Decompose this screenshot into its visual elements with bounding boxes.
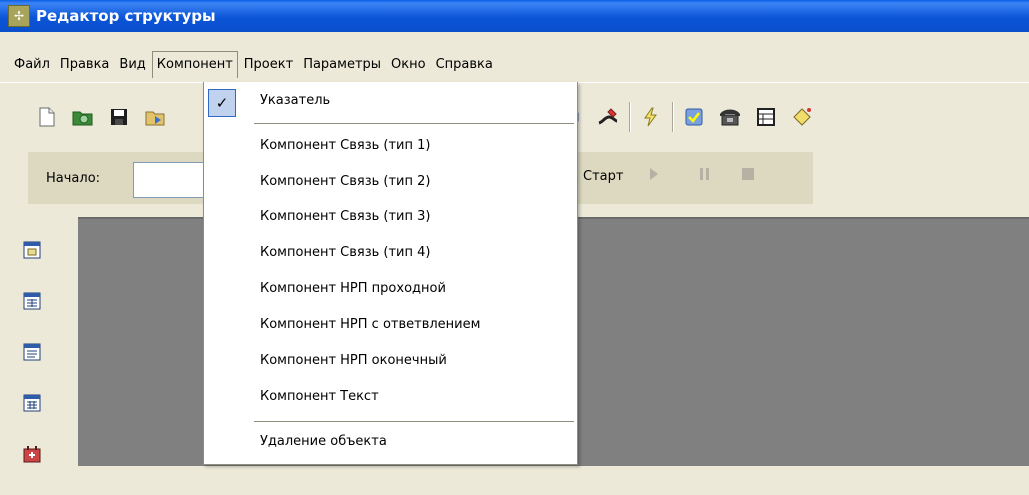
pause-icon[interactable] xyxy=(699,167,711,185)
menu-item-text[interactable]: Компонент Текст xyxy=(260,389,379,404)
app-structure-icon: ✢ xyxy=(8,5,30,27)
toolbar-separator xyxy=(672,102,673,132)
menu-item-pointer[interactable]: Указатель xyxy=(260,93,330,108)
menu-item-nrp-pass[interactable]: Компонент НРП проходной xyxy=(260,281,446,296)
start-button[interactable]: Старт xyxy=(583,169,623,184)
save-icon[interactable] xyxy=(108,106,130,128)
menu-item-delete-object[interactable]: Удаление объекта xyxy=(260,434,387,449)
menu-separator xyxy=(254,421,574,422)
run-controls: Старт xyxy=(583,167,755,185)
menu-item-link-type-2[interactable]: Компонент Связь (тип 2) xyxy=(260,174,430,189)
toolbar-separator xyxy=(629,102,630,132)
save-as-icon[interactable] xyxy=(144,106,166,128)
new-file-icon[interactable] xyxy=(36,106,58,128)
paint-icon[interactable] xyxy=(597,106,619,128)
check-icon: ✓ xyxy=(208,89,236,117)
diamond-icon[interactable] xyxy=(791,106,813,128)
menu-item-link-type-3[interactable]: Компонент Связь (тип 3) xyxy=(260,209,430,224)
list-form-icon[interactable] xyxy=(22,342,42,362)
menu-file[interactable]: Файл xyxy=(10,51,54,78)
menu-item-link-type-4[interactable]: Компонент Связь (тип 4) xyxy=(260,245,430,260)
menu-help[interactable]: Справка xyxy=(432,51,497,78)
menu-item-nrp-terminal[interactable]: Компонент НРП оконечный xyxy=(260,353,447,368)
menu-item-nrp-branch[interactable]: Компонент НРП с ответвлением xyxy=(260,317,480,332)
window-title: Редактор структуры xyxy=(36,7,216,25)
table-form-icon[interactable] xyxy=(22,291,42,311)
title-bar: ✢ Редактор структуры xyxy=(0,0,1029,32)
table-icon[interactable] xyxy=(755,106,777,128)
menu-project[interactable]: Проект xyxy=(240,51,297,78)
menu-edit[interactable]: Правка xyxy=(56,51,113,78)
menu-parameters[interactable]: Параметры xyxy=(299,51,385,78)
add-component-icon[interactable] xyxy=(22,444,42,464)
form-icon[interactable] xyxy=(22,240,42,260)
menu-view[interactable]: Вид xyxy=(115,51,149,78)
lightning-icon[interactable] xyxy=(640,106,662,128)
menu-component[interactable]: Компонент xyxy=(151,50,238,78)
grid-form-icon[interactable] xyxy=(22,393,42,413)
component-menu: ✓ Указатель Компонент Связь (тип 1) Комп… xyxy=(203,82,578,465)
menu-window[interactable]: Окно xyxy=(387,51,430,78)
start-label: Начало: xyxy=(46,170,101,186)
menu-item-link-type-1[interactable]: Компонент Связь (тип 1) xyxy=(260,138,430,153)
play-icon[interactable] xyxy=(649,167,659,185)
menu-bar: Файл Правка Вид Компонент Проект Парамет… xyxy=(0,46,1029,82)
phone-icon[interactable] xyxy=(719,106,741,128)
menu-separator xyxy=(254,123,574,124)
check-box-icon[interactable] xyxy=(683,106,705,128)
left-toolbar xyxy=(22,240,46,495)
open-file-icon[interactable] xyxy=(72,106,94,128)
stop-icon[interactable] xyxy=(741,167,755,185)
